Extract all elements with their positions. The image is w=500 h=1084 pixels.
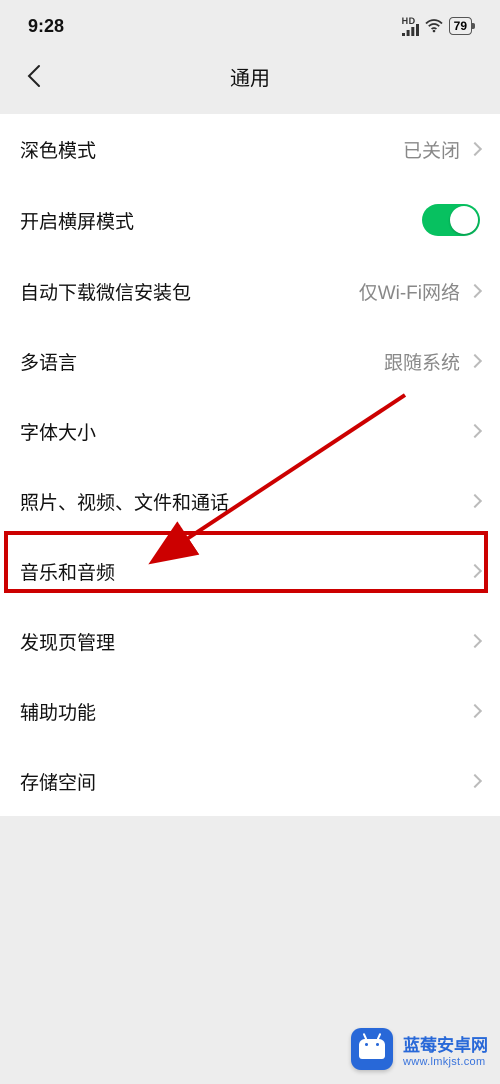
row-landscape[interactable]: 开启横屏模式 [0,184,500,256]
status-bar: 9:28 HD 79 [0,0,500,48]
watermark: 蓝莓安卓网 www.lmkjst.com [351,1028,488,1070]
row-label: 辅助功能 [20,698,96,725]
row-discover[interactable]: 发现页管理 [0,606,500,676]
chevron-right-icon [468,704,482,718]
row-label: 字体大小 [20,418,96,445]
chevron-right-icon [468,774,482,788]
toggle-landscape[interactable] [422,204,480,236]
chevron-right-icon [468,354,482,368]
row-label: 发现页管理 [20,628,115,655]
row-media[interactable]: 照片、视频、文件和通话 [0,466,500,536]
row-label: 照片、视频、文件和通话 [20,488,229,515]
row-value: 跟随系统 [384,348,460,375]
chevron-left-icon [27,64,41,88]
chevron-right-icon [468,424,482,438]
row-value: 仅Wi-Fi网络 [359,278,460,305]
chevron-right-icon [468,634,482,648]
row-label: 多语言 [20,348,77,375]
settings-list: 深色模式 已关闭 开启横屏模式 自动下载微信安装包 仅Wi-Fi网络 多语言 跟… [0,114,500,816]
chevron-right-icon [468,564,482,578]
row-value: 已关闭 [403,136,460,163]
status-indicators: HD 79 [402,16,472,36]
row-label: 开启横屏模式 [20,207,134,234]
row-dark-mode[interactable]: 深色模式 已关闭 [0,114,500,184]
clock: 9:28 [28,16,64,37]
row-font-size[interactable]: 字体大小 [0,396,500,466]
navbar: 通用 [0,48,500,104]
row-label: 深色模式 [20,136,96,163]
wifi-icon [425,19,443,33]
watermark-logo-icon [351,1028,393,1070]
chevron-right-icon [468,142,482,156]
row-label: 存储空间 [20,768,96,795]
chevron-right-icon [468,284,482,298]
toggle-knob [450,206,478,234]
battery-indicator: 79 [449,17,472,35]
watermark-url: www.lmkjst.com [403,1056,488,1068]
row-storage[interactable]: 存储空间 [0,746,500,816]
signal-icon [402,24,419,36]
row-label: 音乐和音频 [20,558,115,585]
row-multilanguage[interactable]: 多语言 跟随系统 [0,326,500,396]
page-title: 通用 [230,62,270,91]
back-button[interactable] [10,48,58,104]
row-auto-download[interactable]: 自动下载微信安装包 仅Wi-Fi网络 [0,256,500,326]
row-accessibility[interactable]: 辅助功能 [0,676,500,746]
row-label: 自动下载微信安装包 [20,278,191,305]
chevron-right-icon [468,494,482,508]
row-audio[interactable]: 音乐和音频 [0,536,500,606]
watermark-title: 蓝莓安卓网 [403,1031,488,1056]
